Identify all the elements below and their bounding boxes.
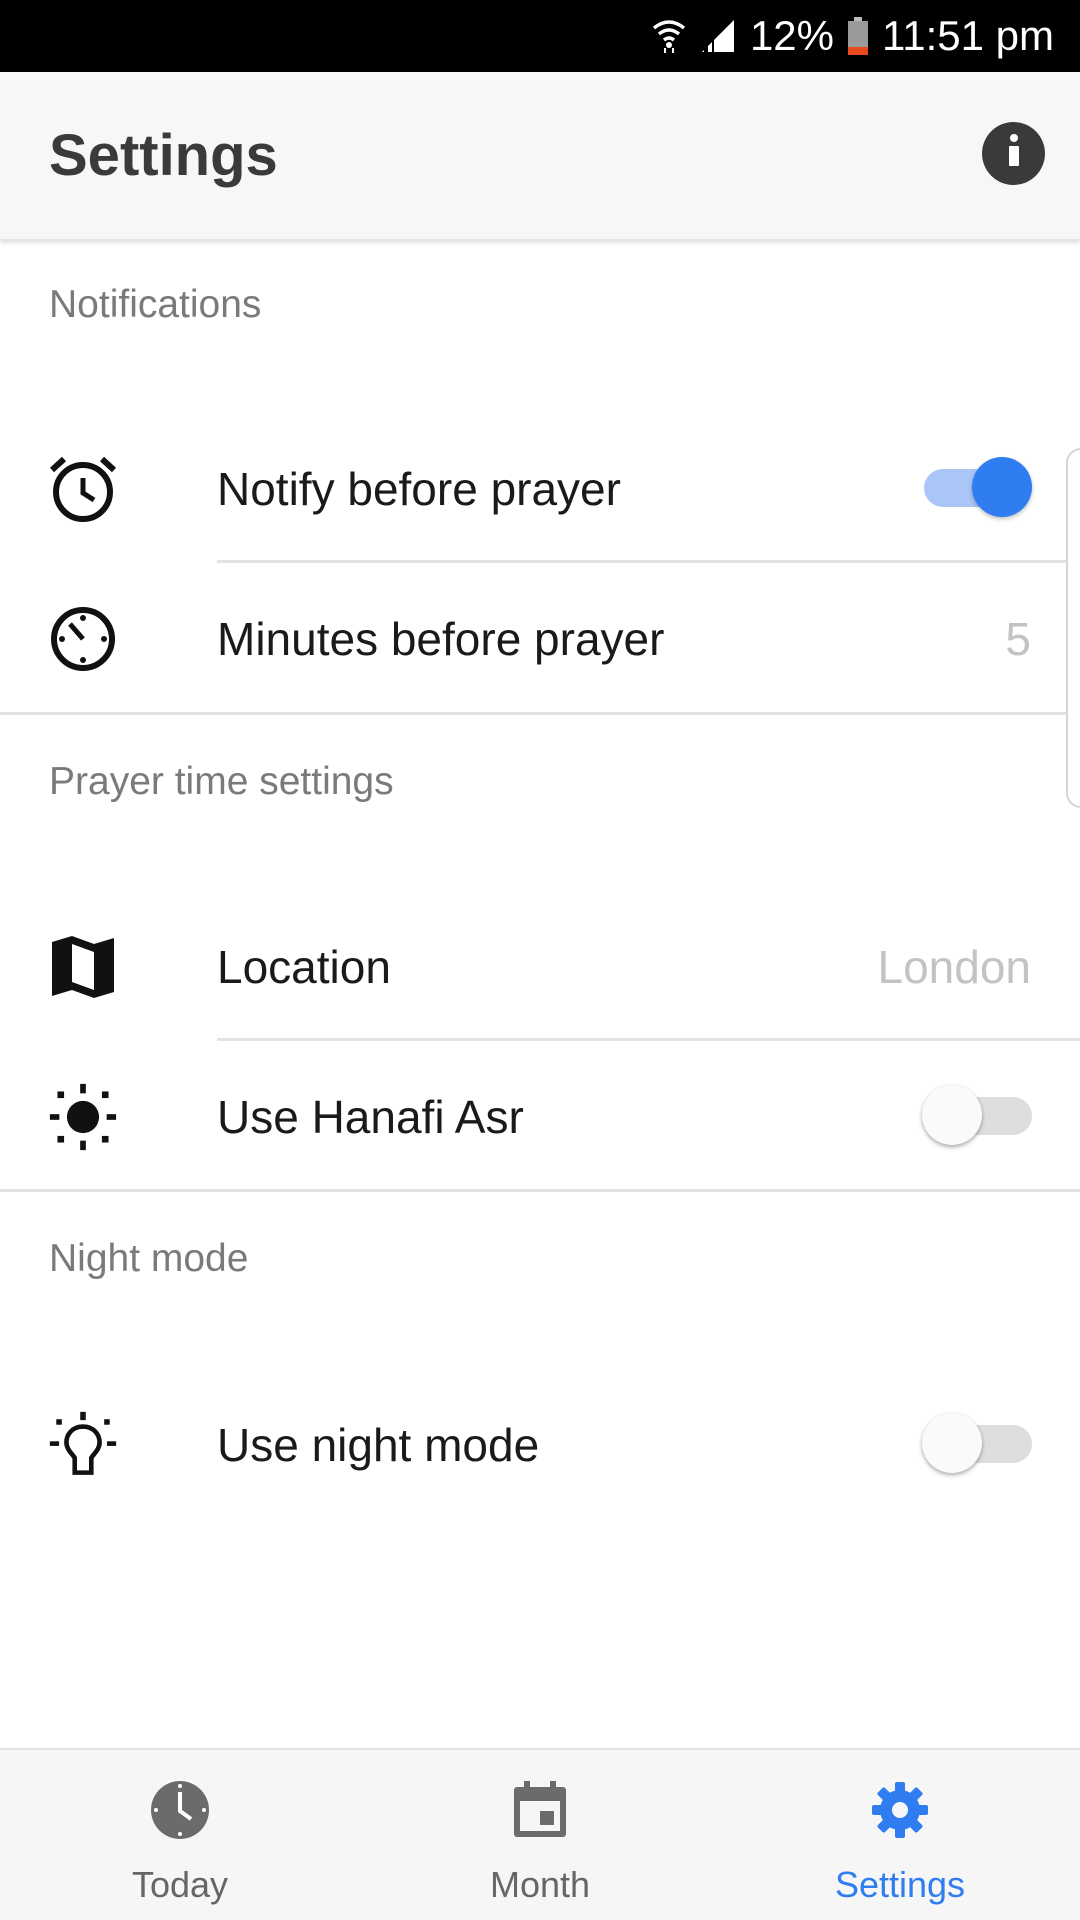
info-icon (1007, 134, 1021, 173)
hanafi-asr-row[interactable]: Use Hanafi Asr (0, 1040, 1080, 1190)
section-divider (0, 712, 1080, 715)
status-time: 11:51 pm (882, 12, 1054, 59)
minutes-before-prayer-label: Minutes before prayer (217, 613, 665, 665)
minutes-before-prayer-row[interactable]: Minutes before prayer 5 (0, 562, 1080, 712)
night-mode-label: Use night mode (217, 1419, 540, 1471)
minutes-before-prayer-value: 5 (1005, 613, 1031, 665)
nav-item-settings[interactable]: Settings (720, 1750, 1080, 1920)
section-header-night-mode: Night mode (49, 1237, 249, 1280)
toggle-knob (922, 1085, 982, 1145)
notify-before-prayer-toggle[interactable] (922, 457, 1032, 517)
hanafi-asr-label: Use Hanafi Asr (217, 1091, 524, 1143)
scroll-indicator[interactable] (1066, 448, 1080, 808)
bottom-navigation: Today Month Settings (0, 1748, 1080, 1920)
section-divider (0, 1189, 1080, 1192)
section-header-prayer-time: Prayer time settings (49, 760, 394, 803)
toggle-knob (922, 1413, 982, 1473)
battery-icon (848, 17, 868, 55)
clock-icon (150, 1778, 210, 1842)
nav-item-today[interactable]: Today (0, 1750, 360, 1920)
night-mode-row[interactable]: Use night mode (0, 1368, 1080, 1518)
section-header-notifications: Notifications (49, 283, 262, 326)
notify-before-prayer-label: Notify before prayer (217, 463, 621, 515)
page-title: Settings (49, 123, 278, 188)
location-value: London (877, 941, 1032, 993)
status-bar: 12% 11:51 pm (0, 0, 1080, 72)
alarm-clock-icon (48, 454, 118, 524)
wifi-icon (652, 18, 686, 54)
timer-icon (48, 604, 118, 674)
toggle-knob (972, 457, 1032, 517)
calendar-icon (512, 1778, 568, 1842)
app-bar: Settings (0, 72, 1080, 240)
nav-label-today: Today (131, 1864, 229, 1905)
battery-percent: 12% (749, 12, 834, 59)
nav-label-settings: Settings (834, 1864, 966, 1905)
location-label: Location (217, 941, 391, 993)
map-icon (48, 932, 118, 1002)
nav-item-month[interactable]: Month (360, 1750, 720, 1920)
cell-signal-icon (700, 18, 736, 54)
nav-label-month: Month (489, 1864, 591, 1905)
hanafi-asr-toggle[interactable] (922, 1085, 1032, 1145)
gear-icon (870, 1778, 930, 1842)
sun-icon (48, 1082, 118, 1152)
info-button[interactable] (982, 122, 1045, 185)
night-mode-toggle[interactable] (922, 1413, 1032, 1473)
lightbulb-icon (48, 1410, 118, 1480)
notify-before-prayer-row[interactable]: Notify before prayer (0, 412, 1080, 562)
location-row[interactable]: Location London (0, 890, 1080, 1040)
